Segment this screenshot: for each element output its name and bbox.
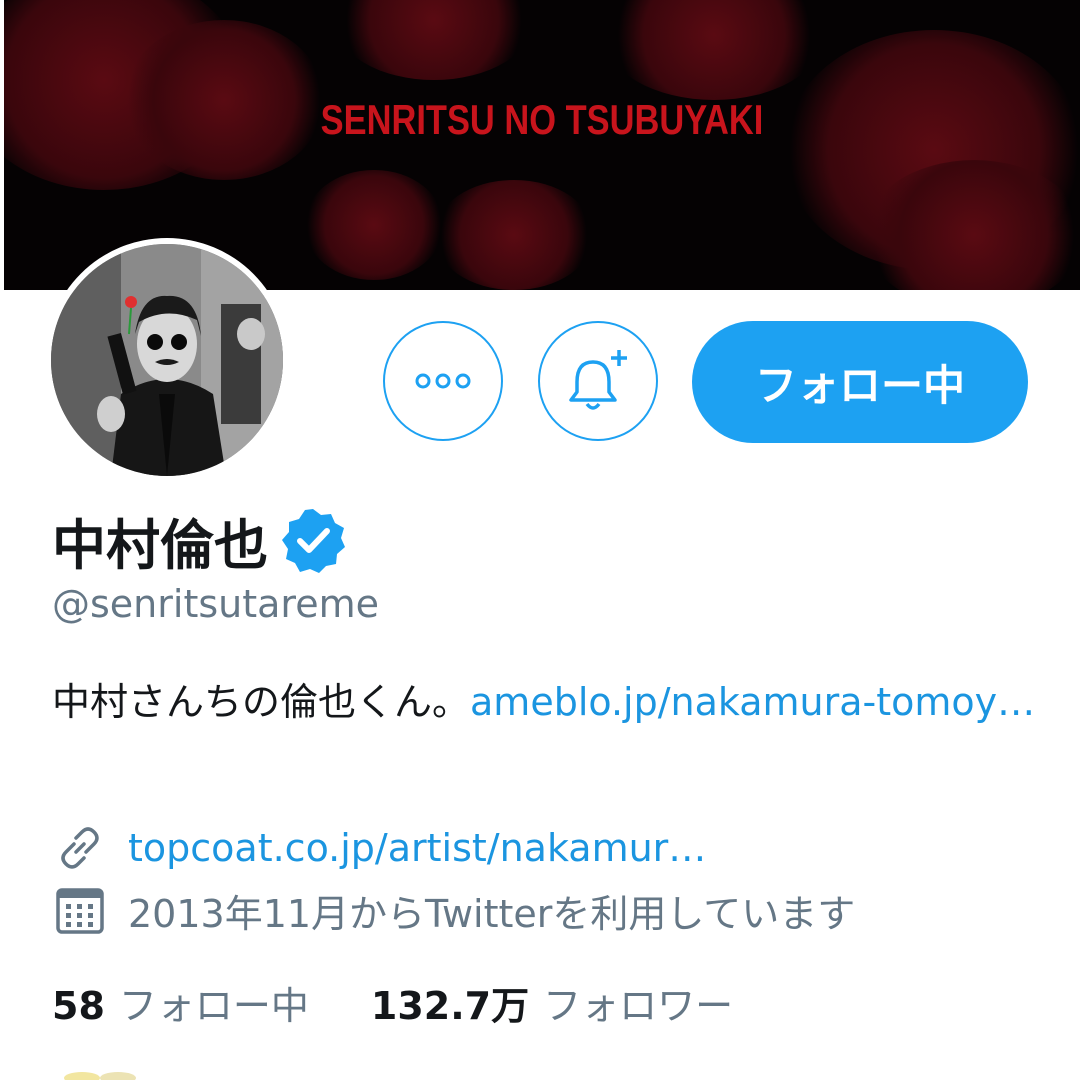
joined-date: 2013年11月からTwitterを利用しています [128,891,856,936]
notifications-button[interactable] [538,321,658,441]
followers-count: 132.7万 [370,984,530,1028]
avatar[interactable] [51,244,283,476]
following-label: フォロー中 [118,984,309,1028]
bio-text: 中村さんちの倫也くん。 [52,680,471,724]
followers-label: フォロワー [543,984,734,1028]
banner-splatter [604,0,824,100]
link-icon [52,820,108,876]
follow-stats: 58 フォロー中 132.7万 フォロワー [52,975,733,1030]
profile-bio: 中村さんちの倫也くん。ameblo.jp/nakamura-tomoy… [52,670,1042,734]
name-row: 中村倫也 [52,500,348,580]
verified-badge-icon [282,509,345,573]
more-options-button[interactable] [383,321,503,441]
banner-title: SENRITSU NO TSUBUYAKI [320,96,764,143]
followers-stat[interactable]: 132.7万 フォロワー [371,975,733,1030]
joined-row: 2013年11月からTwitterを利用しています [52,882,855,938]
following-count: 58 [52,984,105,1028]
avatar-photo [51,244,283,476]
bio-link[interactable]: ameblo.jp/nakamura-tomoy… [470,680,1035,724]
bell-plus-icon [569,350,627,410]
following-stat[interactable]: 58 フォロー中 [52,975,309,1030]
website-link[interactable]: topcoat.co.jp/artist/nakamur… [128,826,706,870]
banner-splatter [334,0,534,80]
followed-by-avatars [60,1060,160,1084]
banner-splatter [304,170,444,280]
calendar-icon [52,882,108,938]
more-dots-icon [415,373,471,389]
banner-splatter [434,180,594,290]
following-button[interactable]: フォロー中 [692,321,1028,443]
website-row: topcoat.co.jp/artist/nakamur… [52,820,706,876]
username-handle: @senritsutareme [52,582,379,626]
display-name: 中村倫也 [52,513,268,577]
